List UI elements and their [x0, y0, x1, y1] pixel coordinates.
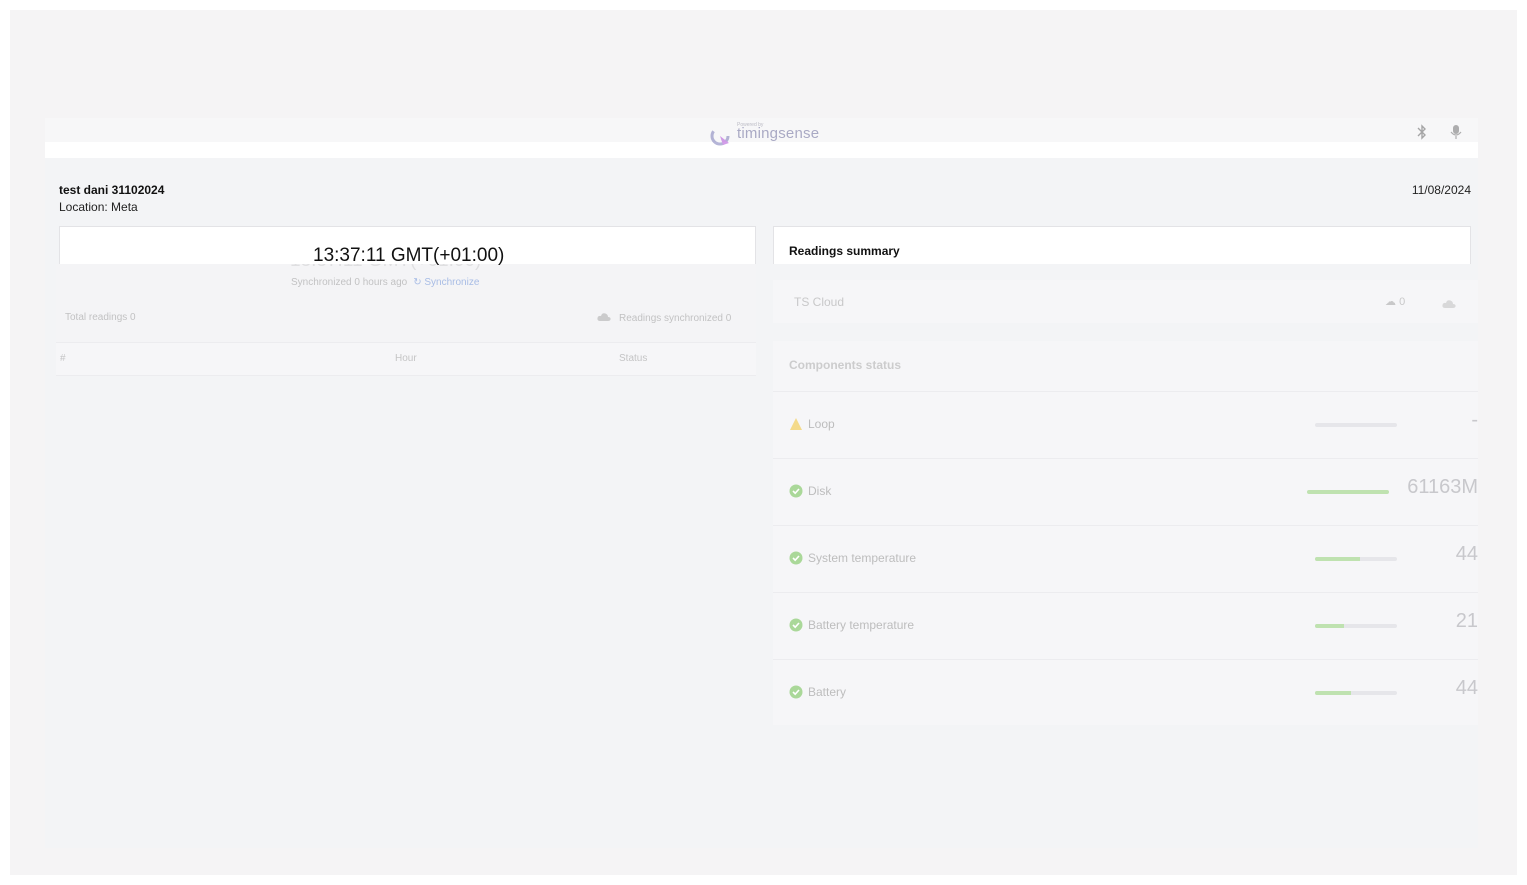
- column-hour[interactable]: Hour: [395, 353, 417, 364]
- component-value: 44: [1455, 677, 1478, 699]
- component-row: Battery temperature 21: [773, 592, 1478, 658]
- component-level-fill: [1315, 557, 1361, 561]
- top-bar: Powered by timingsense: [45, 118, 1478, 158]
- component-label: Battery: [808, 685, 847, 699]
- component-value: 61163M: [1407, 476, 1478, 498]
- timingsense-logo-icon: [709, 125, 731, 147]
- component-value: -: [1471, 409, 1478, 431]
- cloud-off-icon: ☁: [1385, 296, 1396, 308]
- microphone-icon[interactable]: [1449, 124, 1463, 140]
- bluetooth-icon[interactable]: [1415, 124, 1429, 140]
- component-label: Loop: [808, 417, 835, 431]
- component-value: 21: [1455, 610, 1478, 632]
- warning-icon: [789, 417, 803, 431]
- component-label: System temperature: [808, 551, 917, 565]
- clock-display: 13:37:11 GMT(+01:00): [313, 245, 505, 266]
- check-circle-icon: [789, 618, 803, 632]
- sync-status-text: Synchronized 0 hours ago: [291, 277, 408, 288]
- check-circle-icon: [789, 551, 803, 565]
- sync-icon: ↻: [413, 277, 422, 288]
- component-label: Disk: [808, 484, 832, 498]
- powered-by-label: Powered by: [737, 122, 764, 128]
- component-row: System temperature 44: [773, 525, 1478, 591]
- component-level-fill: [1315, 624, 1344, 628]
- column-number[interactable]: #: [60, 353, 66, 364]
- readings-table-header: # Hour Status: [56, 342, 756, 376]
- component-level-bar: [1315, 624, 1397, 628]
- component-level-fill: [1307, 490, 1389, 494]
- sync-status-line: Synchronized 0 hours ago ↻ Synchronize: [291, 277, 479, 288]
- device-date: 11/08/2024: [1411, 183, 1471, 197]
- total-readings: Total readings 0: [65, 312, 136, 323]
- check-circle-icon: [789, 484, 803, 498]
- component-label: Battery temperature: [808, 618, 915, 632]
- column-status[interactable]: Status: [619, 353, 647, 364]
- cloud-upload-icon[interactable]: [1442, 296, 1456, 314]
- ts-cloud-row: [773, 280, 1478, 323]
- cloud-icon: [597, 312, 611, 325]
- device-location: Location: Meta: [59, 200, 138, 214]
- device-name: test dani 31102024: [59, 183, 165, 197]
- check-circle-icon: [789, 685, 803, 699]
- component-value: 44: [1455, 543, 1478, 565]
- component-level-fill: [1315, 691, 1352, 695]
- component-row: Disk 61163M: [773, 458, 1478, 524]
- component-level-bar: [1315, 423, 1397, 427]
- component-level-bar: [1315, 691, 1397, 695]
- component-level-bar: [1307, 490, 1389, 494]
- readings-synchronized-label: Readings synchronized 0: [619, 313, 732, 324]
- components-status-title: Components status: [789, 358, 902, 372]
- readings-summary-title: Readings summary: [789, 244, 900, 258]
- ts-cloud-label: TS Cloud: [794, 295, 845, 309]
- ts-cloud-count-value: 0: [1399, 296, 1406, 308]
- ts-cloud-count: ☁ 0: [1385, 295, 1405, 308]
- component-row: Battery 44: [773, 659, 1478, 725]
- readings-synchronized: Readings synchronized 0: [597, 312, 731, 325]
- synchronize-label: Synchronize: [424, 277, 480, 288]
- component-row: Loop -: [773, 391, 1478, 457]
- brand-logo: Powered by timingsense: [709, 120, 819, 152]
- component-level-bar: [1315, 557, 1397, 561]
- synchronize-button[interactable]: ↻ Synchronize: [413, 277, 479, 288]
